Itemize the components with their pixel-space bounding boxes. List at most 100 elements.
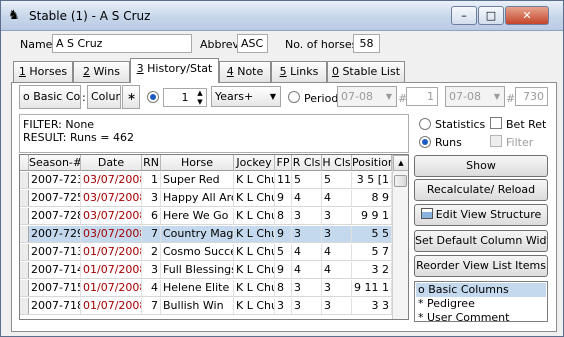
cell-h-cls: 5 [322, 172, 352, 188]
tab-links[interactable]: 5 Links [271, 61, 327, 82]
history-grid[interactable]: Season-# Date RN Horse Jockey FP R Cls H… [19, 154, 409, 320]
row-selector[interactable] [20, 172, 29, 188]
tab-horses[interactable]: 1 Horses [13, 61, 73, 82]
set-default-column-widths-button[interactable]: Set Default Column Widths [414, 230, 548, 252]
col-header-positions[interactable]: Positions [352, 155, 392, 171]
tab-note[interactable]: 4 Note [219, 61, 271, 82]
name-label: Name [20, 38, 53, 51]
grid-vertical-scrollbar[interactable]: ▲ [392, 155, 408, 319]
title-bar[interactable]: ♞ Stable (1) - A S Cruz – □ ✕ [1, 1, 563, 31]
cell-fp: 9 [275, 190, 292, 206]
table-row[interactable]: 2007-72903/07/20087Country MagicK L Chui… [20, 226, 392, 243]
col-header-season[interactable]: Season-# [29, 155, 81, 171]
edit-structure-icon [420, 208, 433, 219]
name-field[interactable]: A S Cruz [52, 34, 192, 53]
bet-ret-checkbox[interactable] [490, 117, 502, 129]
col-header-rn[interactable]: RN [142, 155, 161, 171]
view-list[interactable]: o Basic Columns * Pedigree * User Commen… [414, 281, 548, 322]
row-selector[interactable] [20, 262, 29, 278]
col-header-h-cls[interactable]: H Cls [322, 155, 352, 171]
unit-select[interactable]: Years+ ▼ [211, 86, 281, 107]
row-selector[interactable] [20, 244, 29, 260]
col-header-horse[interactable]: Horse [161, 155, 234, 171]
table-row[interactable]: 2007-72303/07/20081Super RedK L Chui1155… [20, 172, 392, 189]
table-row[interactable]: 2007-71401/07/20083Full BlessingsK L Chu… [20, 262, 392, 279]
view-select-separator: : [82, 91, 86, 104]
cell-positions: 5 5 [352, 226, 392, 242]
col-header-date[interactable]: Date [81, 155, 142, 171]
tab-horses-key: 1 [18, 65, 26, 78]
cell-date: 03/07/2008 [83, 172, 142, 188]
period-radio[interactable] [288, 91, 300, 103]
maximize-button[interactable]: □ [478, 6, 504, 25]
cell-date: 01/07/2008 [83, 298, 142, 314]
scroll-thumb[interactable] [394, 175, 407, 187]
statistics-radio[interactable] [419, 118, 431, 130]
tab-wins-key: 2 [83, 65, 91, 78]
view-list-item[interactable]: * Pedigree [416, 297, 546, 311]
statistics-label: Statistics [435, 118, 486, 131]
filter-checkbox[interactable] [490, 135, 502, 147]
col-header-r-cls[interactable]: R Cls [292, 155, 322, 171]
row-selector[interactable] [20, 208, 29, 224]
row-selector[interactable] [20, 298, 29, 314]
runs-radio[interactable] [419, 136, 431, 148]
cell-r-cls: 3 [292, 280, 322, 296]
count-radio[interactable] [147, 91, 159, 103]
tab-history-stat-key: 3 [136, 62, 144, 75]
view-select[interactable]: o Basic Colu [19, 85, 81, 109]
cell-season: 2007-715 [31, 280, 81, 296]
tab-wins-label: Wins [90, 65, 120, 78]
count-spin-down-icon[interactable]: ▼ [193, 97, 207, 108]
row-selector[interactable] [20, 190, 29, 206]
cell-horse: Here We Go [161, 208, 234, 224]
cell-season: 2007-713 [31, 244, 81, 260]
cell-jockey: K L Chui [234, 226, 275, 242]
view-list-item[interactable]: * User Comment [416, 311, 546, 321]
tab-links-key: 5 [279, 65, 287, 78]
tab-stable-list[interactable]: 0 Stable List [327, 61, 405, 82]
abbrev-field[interactable]: ASC [237, 34, 268, 53]
cell-horse: Happy All Arou [161, 190, 234, 206]
col-header-jockey[interactable]: Jockey [234, 155, 275, 171]
reorder-view-list-button[interactable]: Reorder View List Items [414, 255, 548, 277]
stable-window: ♞ Stable (1) - A S Cruz – □ ✕ Name A S C… [0, 0, 564, 337]
cell-rn: 7 [142, 298, 161, 314]
cell-rn: 3 [142, 262, 161, 278]
cell-h-cls: 3 [322, 208, 352, 224]
mid-number-input[interactable]: 1 [406, 87, 438, 106]
edit-view-structure-button[interactable]: Edit View Structure [414, 204, 548, 226]
tab-note-key: 4 [226, 65, 234, 78]
col-header-fp[interactable]: FP [275, 155, 292, 171]
star-button[interactable]: ∗ [122, 85, 140, 109]
view-list-item[interactable]: o Basic Columns [416, 283, 546, 297]
row-selector[interactable] [20, 280, 29, 296]
recalculate-reload-button[interactable]: Recalculate/ Reload [414, 179, 548, 201]
cell-jockey: K L Chui [234, 190, 275, 206]
end-number-input[interactable]: 730 [515, 87, 548, 106]
to-date-select[interactable]: 07-08 ▼ [445, 86, 505, 107]
cell-fp: 8 [275, 280, 292, 296]
minimize-button[interactable]: – [451, 6, 477, 25]
column-select[interactable]: Colur [87, 85, 121, 109]
table-row[interactable]: 2007-71301/07/20082Cosmo SuccessK L Chui… [20, 244, 392, 261]
tab-history-stat-label: History/Stat [143, 62, 213, 75]
row-header-corner [20, 155, 29, 171]
scroll-up-icon[interactable]: ▲ [393, 155, 408, 171]
table-row[interactable]: 2007-71501/07/20084Helene EliteK L Chui8… [20, 280, 392, 297]
from-date-select[interactable]: 07-08 ▼ [337, 86, 397, 107]
tab-history-stat[interactable]: 3 History/Stat [130, 58, 219, 83]
cell-jockey: K L Chui [234, 262, 275, 278]
close-button[interactable]: ✕ [505, 6, 549, 25]
cell-h-cls: 4 [322, 190, 352, 206]
row-selector[interactable] [20, 226, 29, 242]
table-row[interactable]: 2007-72803/07/20086Here We GoK L Chui833… [20, 208, 392, 225]
tab-stable-list-key: 0 [331, 65, 339, 78]
table-row[interactable]: 2007-71801/07/20087Bullish WinK L Chui33… [20, 298, 392, 315]
tab-wins[interactable]: 2 Wins [73, 61, 130, 82]
cell-positions: 8 9 [352, 190, 392, 206]
cell-date: 01/07/2008 [83, 244, 142, 260]
table-row[interactable]: 2007-72503/07/20083Happy All ArouK L Chu… [20, 190, 392, 207]
cell-fp: 8 [275, 208, 292, 224]
show-button[interactable]: Show [414, 155, 548, 177]
